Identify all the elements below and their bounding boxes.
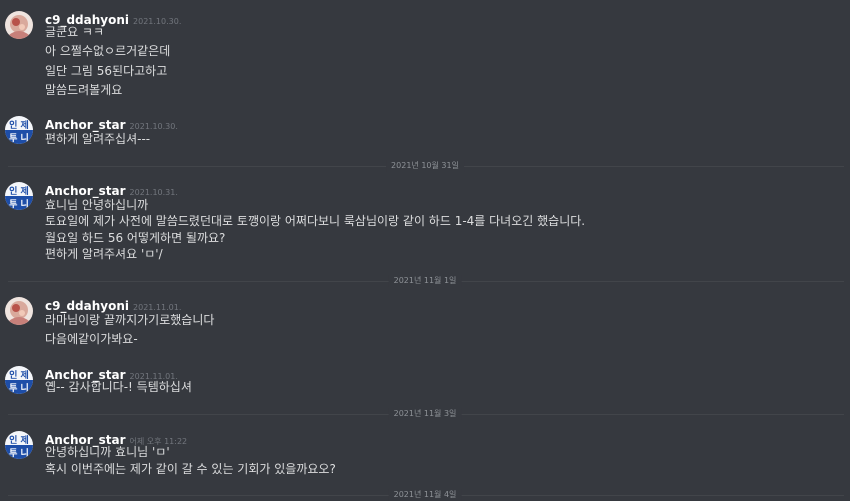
message-text: 안녕하십니까 효니님 'ㅁ' — [45, 445, 170, 459]
date-divider: 2021년 11월 3일 — [0, 408, 850, 420]
username[interactable]: Anchor_star — [45, 184, 126, 198]
timestamp: 2021.11.01. — [133, 303, 182, 312]
svg-text:인 제: 인 제 — [9, 119, 29, 131]
svg-text:투 니: 투 니 — [9, 447, 29, 459]
timestamp: 2021.10.30. — [133, 17, 182, 26]
message-text: 일단 그림 56된다고하고 — [45, 64, 168, 78]
message-text: 아 으쩔수없ㅇ르거같은데 — [45, 44, 171, 58]
message-text: 혹시 이번주에는 제가 같이 갈 수 있는 기회가 있을까요오? — [45, 462, 336, 476]
avatar-anchor-star[interactable]: 인 제 투 니 — [5, 431, 33, 459]
message-text: 옙-- 감사합니다-! 득템하십셔 — [45, 380, 192, 394]
date-divider: 2021년 11월 4일 — [0, 489, 850, 501]
message-text: 편하게 알려주셔요 'ㅁ'/ — [45, 247, 163, 261]
chat-log: c9_ddahyoni 2021.10.30. 글쿤요 ㅋㅋ 아 으쩔수없ㅇ르거같… — [0, 0, 850, 501]
message-text: 토요일에 제가 사전에 말씀드렸던대로 토깽이랑 어쩌다보니 룩삼님이랑 같이 … — [45, 214, 586, 228]
message-text: 다음에같이가봐요- — [45, 332, 138, 346]
divider-date: 2021년 10월 31일 — [386, 160, 464, 172]
divider-date: 2021년 11월 3일 — [388, 408, 462, 420]
svg-text:투 니: 투 니 — [9, 382, 29, 394]
avatar-ddahyoni[interactable] — [5, 297, 33, 325]
divider-date: 2021년 11월 4일 — [388, 489, 462, 501]
svg-text:인 제: 인 제 — [9, 185, 29, 197]
svg-text:인 제: 인 제 — [9, 434, 29, 446]
avatar-anchor-star[interactable]: 인 제 투 니 — [5, 116, 33, 144]
message-text: 월요일 하드 56 어떻게하면 될까요? — [45, 231, 226, 245]
message-text: 글쿤요 ㅋㅋ — [45, 25, 105, 39]
username[interactable]: c9_ddahyoni — [45, 299, 129, 313]
username[interactable]: Anchor_star — [45, 118, 126, 132]
message-text: 효니님 안녕하십니까 — [45, 198, 149, 212]
divider-date: 2021년 11월 1일 — [388, 275, 462, 287]
date-divider: 2021년 10월 31일 — [0, 160, 850, 172]
svg-text:인 제: 인 제 — [9, 369, 29, 381]
timestamp: 2021.10.30. — [129, 122, 178, 131]
timestamp: 2021.10.31. — [129, 188, 178, 197]
message-text: 말씀드려볼게요 — [45, 83, 123, 97]
avatar-ddahyoni[interactable] — [5, 11, 33, 39]
svg-text:투 니: 투 니 — [9, 132, 29, 144]
date-divider: 2021년 11월 1일 — [0, 275, 850, 287]
avatar-anchor-star[interactable]: 인 제 투 니 — [5, 182, 33, 210]
svg-text:투 니: 투 니 — [9, 198, 29, 210]
message-text: 편하게 알려주십셔--- — [45, 132, 151, 146]
message-text: 라마님이랑 끝까지가기로했습니다 — [45, 313, 215, 327]
avatar-anchor-star[interactable]: 인 제 투 니 — [5, 366, 33, 394]
